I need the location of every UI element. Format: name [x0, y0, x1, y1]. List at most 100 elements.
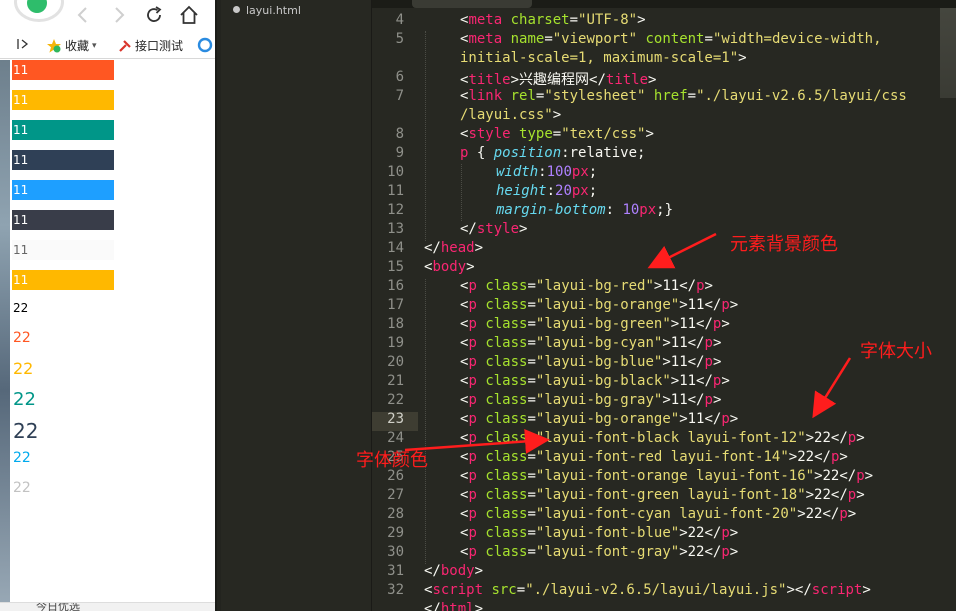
bookmark-api-test[interactable]: 接口测试 — [118, 37, 183, 54]
font-black-12-text: 22 — [13, 301, 29, 315]
line-number: 18 — [387, 316, 404, 332]
line-number: 27 — [387, 487, 404, 503]
line-number: 30 — [387, 544, 404, 560]
line-number: 6 — [395, 69, 404, 85]
code-line: <p class="layui-font-black layui-font-12… — [460, 430, 865, 446]
layui-bg-orange-block: 11 — [12, 90, 114, 110]
code-line: <p class="layui-bg-green">11</p> — [460, 316, 730, 332]
line-number: 13 — [387, 221, 404, 237]
browser-logo-icon — [14, 0, 64, 22]
code-line: <p class="layui-font-cyan layui-font-20"… — [460, 506, 857, 522]
tool-icon — [118, 39, 132, 53]
extension-icon[interactable] — [197, 37, 213, 53]
line-number: 28 — [387, 506, 404, 522]
editor-tab-bar — [372, 0, 956, 8]
editor-sidebar: layui.html — [221, 0, 372, 611]
home-icon[interactable] — [178, 4, 200, 26]
line-number: 22 — [387, 392, 404, 408]
line-number: 9 — [395, 145, 404, 161]
tab-layui-html[interactable] — [412, 0, 532, 8]
code-line: initial-scale=1, maximum-scale=1"> — [460, 50, 747, 66]
line-number: 14 — [387, 240, 404, 256]
line-number: 19 — [387, 335, 404, 351]
line-number: 23 — [387, 411, 404, 427]
refresh-icon[interactable] — [143, 4, 165, 26]
status-text: 今日优选 — [36, 602, 80, 611]
line-number: 12 — [387, 202, 404, 218]
code-line: width:100px; — [496, 164, 598, 180]
code-line: <p class="layui-bg-black">11</p> — [460, 373, 730, 389]
code-line: <p class="layui-bg-orange">11</p> — [460, 411, 739, 427]
code-line: <p class="layui-font-red layui-font-14">… — [460, 449, 848, 465]
code-line: <title>兴趣编程网</title> — [460, 72, 657, 88]
line-number: 7 — [395, 88, 404, 104]
bookmark-label: 收藏 — [65, 39, 90, 53]
line-number: 29 — [387, 525, 404, 541]
browser-nav-bar — [0, 0, 215, 30]
font-red-14-text: 22 — [13, 330, 31, 346]
line-number: 24 — [387, 430, 404, 446]
annotation-font-size: 字体大小 — [860, 341, 932, 362]
layui-bg-gray-block: 11 — [12, 240, 114, 260]
file-name: layui.html — [246, 4, 301, 17]
layui-bg-blue-block: 11 — [12, 180, 114, 200]
sidebar-toggle-icon[interactable] — [16, 37, 30, 51]
code-line: p { position:relative; — [460, 145, 646, 161]
bookmark-label: 接口测试 — [135, 39, 184, 53]
code-line: <p class="layui-font-orange layui-font-1… — [460, 468, 874, 484]
code-line: </head> — [424, 240, 484, 256]
code-line: <p class="layui-font-blue">22</p> — [460, 525, 739, 541]
code-line: margin-bottom: 10px;} — [496, 202, 674, 218]
code-editor[interactable]: 4 5 6 7 8 9 10 11 12 13 14 15 16 17 18 19 20 21 22 23 24 25 26… — [372, 8, 956, 611]
code-line: <p class="layui-bg-red">11</p> — [460, 278, 713, 294]
indent-guide — [425, 31, 427, 241]
code-line: height:20px; — [496, 183, 598, 199]
code-line: <p class="layui-font-green layui-font-18… — [460, 487, 865, 503]
minimap[interactable] — [940, 8, 956, 98]
line-number: 5 — [395, 31, 404, 47]
annotation-font-color: 字体颜色 — [356, 450, 428, 471]
browser-side-strip — [0, 60, 10, 611]
browser-window: 收藏 ▾ 接口测试 11 11 11 11 11 11 11 11 22 22 … — [0, 0, 217, 611]
font-cyan-20-text: 22 — [13, 419, 39, 443]
line-number: 10 — [387, 164, 404, 180]
code-line: <p class="layui-bg-gray">11</p> — [460, 392, 722, 408]
browser-status-bar: 今日优选 — [0, 602, 215, 611]
font-green-18-text: 22 — [13, 389, 36, 410]
forward-icon[interactable] — [108, 4, 130, 26]
code-line: <p class="layui-bg-cyan">11</p> — [460, 335, 722, 351]
unsaved-dot-icon — [233, 6, 240, 13]
bookmark-favorites[interactable]: 收藏 ▾ — [46, 37, 97, 54]
layui-bg-red-block: 11 — [12, 60, 114, 80]
chevron-down-icon: ▾ — [92, 40, 97, 51]
font-orange-16-text: 22 — [13, 359, 34, 378]
line-number: 31 — [387, 563, 404, 579]
line-number: 8 — [395, 126, 404, 142]
code-line: <link rel="stylesheet" href="./layui-v2.… — [460, 88, 907, 104]
code-line: <p class="layui-bg-blue">11</p> — [460, 354, 722, 370]
layui-bg-cyan-block: 11 — [12, 150, 114, 170]
layui-bg-black-block: 11 — [12, 210, 114, 230]
code-line: <p class="layui-font-gray">22</p> — [460, 544, 739, 560]
font-gray-text: 22 — [13, 480, 31, 496]
line-number: 17 — [387, 297, 404, 313]
line-number: 11 — [387, 183, 404, 199]
open-file-item[interactable]: layui.html — [221, 2, 371, 20]
code-line: <p class="layui-bg-orange">11</p> — [460, 297, 739, 313]
line-number: 32 — [387, 582, 404, 598]
line-number: 4 — [395, 12, 404, 28]
code-line: <script src="./layui-v2.6.5/layui/layui.… — [424, 582, 871, 598]
code-line: <meta charset="UTF-8"> — [460, 12, 646, 28]
back-icon[interactable] — [72, 4, 94, 26]
code-line: <body> — [424, 259, 475, 275]
indent-guide — [461, 164, 463, 221]
line-number: 15 — [387, 259, 404, 275]
bookmark-bar: 收藏 ▾ 接口测试 — [0, 34, 215, 59]
code-line: </html> — [424, 601, 484, 611]
line-number: 16 — [387, 278, 404, 294]
layui-bg-green-block: 11 — [12, 120, 114, 140]
line-number: 21 — [387, 373, 404, 389]
font-blue-text: 22 — [13, 450, 31, 466]
code-line: <meta name="viewport" content="width=dev… — [460, 31, 882, 47]
code-line: <style type="text/css"> — [460, 126, 654, 142]
